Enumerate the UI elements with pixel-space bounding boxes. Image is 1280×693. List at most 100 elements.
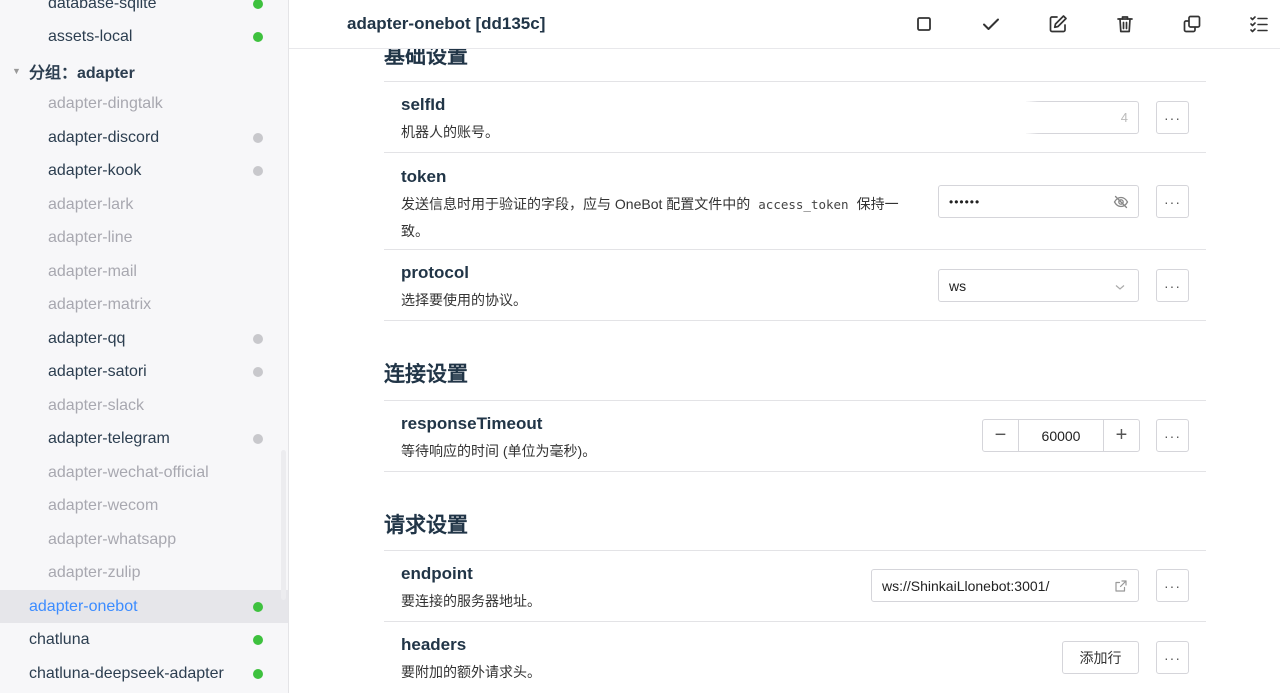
protocol-select[interactable]: ws xyxy=(938,269,1139,302)
sidebar-item[interactable]: adapter-discord xyxy=(0,121,288,154)
sidebar-item[interactable]: adapter-lark xyxy=(0,188,288,221)
sidebar-item[interactable]: adapter-zulip xyxy=(0,557,288,590)
field-description: 要附加的额外请求头。 xyxy=(401,664,541,680)
status-dot xyxy=(253,132,263,143)
sidebar-item-label: adapter-satori xyxy=(48,363,147,380)
sidebar-item-label: adapter-telegram xyxy=(48,430,170,447)
edit-icon[interactable] xyxy=(1047,13,1069,35)
sidebar-item[interactable]: adapter-kook xyxy=(0,155,288,188)
checklist-icon[interactable] xyxy=(1248,13,1270,35)
field-name: token xyxy=(401,167,447,186)
sidebar-item-label: 分组：adapter xyxy=(29,64,135,82)
timeout-stepper: − 60000 + xyxy=(982,419,1140,452)
section-title-request: 请求设置 xyxy=(384,514,468,537)
field-description: 机器人的账号。 xyxy=(401,124,499,140)
sidebar-item[interactable]: adapter-dingtalk xyxy=(0,88,288,121)
sidebar-item-label: adapter-dingtalk xyxy=(48,95,163,112)
sidebar-item-label: adapter-zulip xyxy=(48,564,141,581)
sidebar-item[interactable]: adapter-wechat-official xyxy=(0,456,288,489)
sidebar-item-label: adapter-discord xyxy=(48,128,160,146)
status-dot xyxy=(253,668,263,679)
sidebar-item-label: assets-local xyxy=(48,28,133,45)
field-response-timeout: responseTimeout 等待响应的时间 (单位为毫秒)。 − 60000… xyxy=(384,400,1206,472)
field-headers: headers 要附加的额外请求头。 添加行 ··· xyxy=(384,621,1206,693)
sidebar-item[interactable]: adapter-mail xyxy=(0,255,288,288)
sidebar-item[interactable]: adapter-slack xyxy=(0,389,288,422)
field-description: 选择要使用的协议。 xyxy=(401,292,527,308)
more-button[interactable]: ··· xyxy=(1156,101,1189,134)
field-name: selfId xyxy=(401,95,446,114)
sidebar-item-label: adapter-kook xyxy=(48,162,142,179)
field-name: headers xyxy=(401,635,467,654)
sidebar-item[interactable]: adapter-whatsapp xyxy=(0,523,288,556)
decrement-button[interactable]: − xyxy=(983,420,1018,451)
field-protocol: protocol 选择要使用的协议。 ws ··· xyxy=(384,249,1206,321)
field-description: 等待响应的时间 (单位为毫秒)。 xyxy=(401,443,597,459)
sidebar-item[interactable]: adapter-onebot xyxy=(0,590,288,623)
chevron-down-icon xyxy=(1114,280,1126,292)
sidebar-item-label: chatluna-deepseek-adapter xyxy=(29,664,224,682)
increment-button[interactable]: + xyxy=(1104,420,1139,451)
field-name: protocol xyxy=(401,263,469,282)
status-dot xyxy=(253,601,263,612)
sidebar-item[interactable]: assets-local xyxy=(0,21,288,54)
sidebar-item-label: adapter-matrix xyxy=(48,296,152,313)
sidebar-item[interactable]: adapter-telegram xyxy=(0,423,288,456)
external-link-icon[interactable] xyxy=(1114,579,1128,593)
redacted-area xyxy=(936,96,1026,136)
token-input[interactable]: •••••• xyxy=(938,185,1139,218)
timeout-input[interactable]: 60000 xyxy=(1018,420,1104,451)
sidebar-item[interactable]: adapter-satori xyxy=(0,356,288,389)
endpoint-input[interactable]: ws://ShinkaiLlonebot:3001/ xyxy=(871,569,1139,602)
more-button[interactable]: ··· xyxy=(1156,641,1189,674)
status-dot xyxy=(253,166,263,176)
sidebar-item[interactable]: chatluna xyxy=(0,624,288,657)
page-title: adapter-onebot [dd135c] xyxy=(347,14,546,33)
more-button[interactable]: ··· xyxy=(1156,419,1189,452)
sidebar-scrollbar[interactable] xyxy=(281,450,286,600)
sidebar: database-sqlite assets-local ▼ 分组：adapter ad… xyxy=(0,0,289,693)
sidebar-item[interactable]: adapter-line xyxy=(0,222,288,255)
status-dot xyxy=(253,32,263,42)
more-button[interactable]: ··· xyxy=(1156,185,1189,218)
sidebar-item-label: adapter-slack xyxy=(48,396,145,414)
field-name: responseTimeout xyxy=(401,414,543,433)
sidebar-item-label: chatluna xyxy=(29,631,90,648)
eye-off-icon[interactable] xyxy=(1113,194,1129,210)
sidebar-item-label: adapter-line xyxy=(48,229,133,246)
section-title-connection: 连接设置 xyxy=(384,363,468,386)
page-header: adapter-onebot [dd135c] xyxy=(289,0,1280,49)
config-panel: 基础设置 selfId 机器人的账号。 4 ··· token 发送信息时用于验… xyxy=(289,0,1280,693)
more-button[interactable]: ··· xyxy=(1156,269,1189,302)
more-button[interactable]: ··· xyxy=(1156,569,1189,602)
sidebar-item[interactable]: adapter-qq xyxy=(0,322,288,355)
sidebar-group-header[interactable]: ▼ 分组：adapter xyxy=(0,54,288,87)
sidebar-item-label: adapter-wecom xyxy=(48,497,159,514)
sidebar-item-label: adapter-wechat-official xyxy=(48,463,209,481)
code-snippet: access_token xyxy=(758,197,849,212)
copy-icon[interactable] xyxy=(1181,13,1203,35)
sidebar-item-label: adapter-whatsapp xyxy=(48,530,177,548)
check-icon[interactable] xyxy=(980,13,1002,35)
field-token: token 发送信息时用于验证的字段，应与 OneBot 配置文件中的 acces… xyxy=(384,152,1206,250)
field-endpoint: endpoint 要连接的服务器地址。 ws://ShinkaiLlonebot… xyxy=(384,550,1206,622)
sidebar-item-label: adapter-onebot xyxy=(29,597,138,615)
sidebar-item-label: database-sqlite xyxy=(48,0,157,12)
status-dot xyxy=(253,0,263,9)
sidebar-item[interactable]: database-sqlite xyxy=(0,0,288,20)
sidebar-item-label: adapter-lark xyxy=(48,195,134,213)
caret-down-icon[interactable]: ▼ xyxy=(12,66,21,76)
sidebar-item[interactable]: chatluna-deepseek-adapter xyxy=(0,657,288,690)
sidebar-item-label: adapter-qq xyxy=(48,329,126,347)
stop-icon[interactable] xyxy=(913,13,935,35)
field-selfid: selfId 机器人的账号。 4 ··· xyxy=(384,81,1206,153)
add-row-button[interactable]: 添加行 xyxy=(1062,641,1139,674)
status-dot xyxy=(253,333,263,344)
field-description: 要连接的服务器地址。 xyxy=(401,593,541,609)
field-description: 发送信息时用于验证的字段，应与 OneBot 配置文件中的 access_toke… xyxy=(401,196,899,239)
sidebar-item-label: adapter-mail xyxy=(48,262,137,280)
trash-icon[interactable] xyxy=(1114,13,1136,35)
status-dot xyxy=(253,635,263,645)
sidebar-item[interactable]: adapter-wecom xyxy=(0,490,288,523)
sidebar-item[interactable]: adapter-matrix xyxy=(0,289,288,322)
